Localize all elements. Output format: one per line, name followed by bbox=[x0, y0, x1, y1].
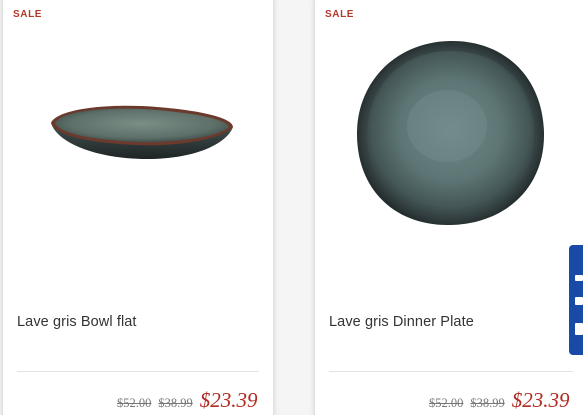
sale-price: $23.39 bbox=[199, 388, 258, 412]
widget-icon bbox=[575, 275, 583, 281]
price-row: $52.00 $38.99 $23.39 bbox=[429, 388, 570, 413]
bowl-image bbox=[51, 105, 233, 159]
product-card[interactable]: SALE Lave gris Dinner Plate $52.00 $38.9… bbox=[315, 0, 583, 415]
widget-icon bbox=[575, 297, 583, 305]
price-row: $52.00 $38.99 $23.39 bbox=[117, 388, 258, 413]
divider bbox=[17, 371, 259, 372]
original-price: $52.00 bbox=[429, 396, 464, 410]
sale-price: $23.39 bbox=[511, 388, 570, 412]
sale-badge: SALE bbox=[325, 9, 355, 20]
divider bbox=[329, 371, 573, 372]
product-image[interactable] bbox=[315, 26, 583, 226]
original-price: $52.00 bbox=[117, 396, 152, 410]
product-grid: SALE Lave gris Bowl flat $52.00 $38.99 $… bbox=[0, 0, 583, 415]
product-image[interactable] bbox=[3, 26, 273, 226]
previous-price: $38.99 bbox=[470, 396, 505, 410]
side-feedback-widget[interactable] bbox=[569, 245, 583, 355]
star-icon bbox=[575, 323, 583, 335]
sale-badge: SALE bbox=[13, 9, 43, 20]
product-title[interactable]: Lave gris Bowl flat bbox=[17, 314, 137, 330]
product-title[interactable]: Lave gris Dinner Plate bbox=[329, 314, 474, 330]
previous-price: $38.99 bbox=[158, 396, 193, 410]
plate-image bbox=[356, 40, 545, 226]
product-card[interactable]: SALE Lave gris Bowl flat $52.00 $38.99 $… bbox=[3, 0, 273, 415]
